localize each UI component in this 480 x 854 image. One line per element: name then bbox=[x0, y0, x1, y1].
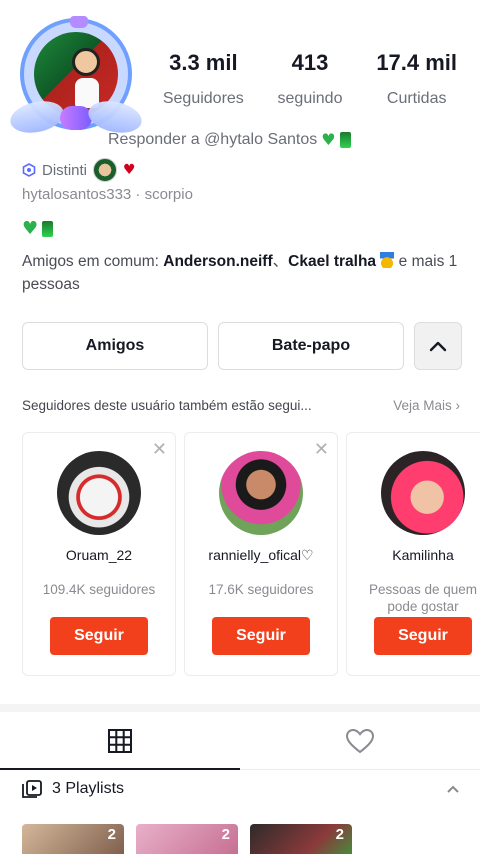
green-heart-icon: ♥ bbox=[22, 218, 39, 239]
friends-button[interactable]: Amigos bbox=[22, 322, 208, 370]
follow-button[interactable]: Seguir bbox=[374, 617, 472, 655]
suggestion-card[interactable]: ✕ Kamilinha Pessoas de quem pode gostar … bbox=[346, 432, 480, 676]
mutual-prefix: Amigos em comum: bbox=[22, 253, 164, 270]
playlist-thumb[interactable]: 2 bbox=[250, 824, 352, 854]
suggestions-header: Seguidores deste usuário também estão se… bbox=[22, 398, 460, 413]
suggestion-avatar[interactable] bbox=[57, 451, 141, 535]
green-heart-icon: ♥ bbox=[321, 130, 336, 149]
close-icon[interactable]: ✕ bbox=[314, 439, 329, 460]
collapse-suggestions-button[interactable] bbox=[414, 322, 462, 370]
suggestion-avatar[interactable] bbox=[381, 451, 465, 535]
commenter-avatar bbox=[93, 158, 118, 182]
can-icon bbox=[339, 131, 351, 148]
follow-button[interactable]: Seguir bbox=[50, 617, 148, 655]
playlist-count: 2 bbox=[221, 826, 230, 843]
distinction-row[interactable]: Distinti ♥ bbox=[22, 158, 136, 182]
playlist-thumb[interactable]: 2 bbox=[136, 824, 238, 854]
playlists-header[interactable]: 3 Playlists bbox=[22, 780, 460, 798]
profile-stats: 3.3 mil Seguidores 413 seguindo 17.4 mil… bbox=[150, 50, 470, 108]
section-divider bbox=[0, 704, 480, 712]
heart-outline-icon bbox=[345, 728, 375, 753]
hexagon-badge-icon bbox=[22, 163, 36, 177]
distinction-label: Distinti bbox=[42, 161, 88, 179]
crown-icon bbox=[70, 16, 88, 28]
playlists-label: 3 Playlists bbox=[52, 780, 125, 797]
grid-icon bbox=[108, 728, 132, 753]
stat-following[interactable]: 413 seguindo bbox=[257, 50, 364, 108]
zodiac: scorpio bbox=[144, 186, 193, 202]
suggestion-name[interactable]: rannielly_ofical♡ bbox=[185, 547, 337, 564]
reply-text: Responder a @hytalo Santos bbox=[108, 130, 318, 148]
chevron-up-icon bbox=[429, 341, 447, 352]
content-tabs bbox=[0, 712, 480, 770]
chevron-right-icon: › bbox=[455, 398, 461, 413]
stat-value: 17.4 mil bbox=[376, 50, 458, 75]
suggestion-name[interactable]: Oruam_22 bbox=[23, 547, 175, 563]
see-more-link[interactable]: Veja Mais › bbox=[393, 398, 460, 413]
suggestions-title: Seguidores deste usuário também estão se… bbox=[22, 398, 312, 413]
playlist-thumbnails: 2 2 2 bbox=[22, 824, 352, 854]
chevron-up-icon[interactable] bbox=[446, 784, 460, 794]
tab-videos[interactable] bbox=[0, 712, 240, 770]
chat-button[interactable]: Bate-papo bbox=[218, 322, 404, 370]
stat-followers[interactable]: 3.3 mil Seguidores bbox=[150, 50, 257, 108]
profile-avatar[interactable] bbox=[7, 14, 145, 140]
suggestion-avatar[interactable] bbox=[219, 451, 303, 535]
playlist-icon bbox=[22, 780, 42, 798]
suggestion-cards: ✕ Oruam_22 109.4K seguidores Seguir ✕ ra… bbox=[22, 432, 480, 676]
stat-label: seguindo bbox=[277, 90, 343, 107]
mutual-separator: 、 bbox=[272, 253, 289, 270]
mutual-friend-1[interactable]: Anderson.neiff bbox=[163, 253, 272, 270]
playlist-count: 2 bbox=[107, 826, 116, 843]
avatar-figure bbox=[72, 48, 102, 108]
mutual-friends[interactable]: Amigos em comum: Anderson.neiff、Ckael tr… bbox=[22, 250, 462, 296]
stat-value: 413 bbox=[291, 50, 329, 75]
tab-liked[interactable] bbox=[240, 712, 480, 769]
suggestion-name[interactable]: Kamilinha bbox=[347, 547, 480, 563]
can-icon bbox=[42, 220, 54, 237]
suggestion-card[interactable]: ✕ rannielly_ofical♡ 17.6K seguidores Seg… bbox=[184, 432, 338, 676]
stat-label: Seguidores bbox=[162, 90, 244, 107]
reply-comment-banner[interactable]: Responder a @hytalo Santos ♥ bbox=[108, 130, 351, 149]
mutual-friend-2[interactable]: Ckael tralha bbox=[288, 253, 376, 270]
username: hytalosantos333 bbox=[22, 186, 132, 202]
follow-button[interactable]: Seguir bbox=[212, 617, 310, 655]
stat-label: Curtidas bbox=[386, 90, 447, 107]
separator-dot: · bbox=[135, 186, 145, 202]
suggestion-subtitle: 109.4K seguidores bbox=[42, 582, 156, 597]
red-heart-icon: ♥ bbox=[123, 162, 136, 178]
suggestion-subtitle: 17.6K seguidores bbox=[208, 582, 314, 597]
playlist-thumb[interactable]: 2 bbox=[22, 824, 124, 854]
medal-icon bbox=[380, 252, 395, 268]
close-icon[interactable]: ✕ bbox=[152, 439, 167, 460]
username-row: hytalosantos333 · scorpio bbox=[22, 186, 193, 202]
suggestion-card[interactable]: ✕ Oruam_22 109.4K seguidores Seguir bbox=[22, 432, 176, 676]
stat-likes[interactable]: 17.4 mil Curtidas bbox=[363, 50, 470, 108]
playlist-count: 2 bbox=[335, 826, 344, 843]
stat-value: 3.3 mil bbox=[169, 50, 238, 75]
profile-actions: Amigos Bate-papo bbox=[22, 322, 462, 370]
see-more-label: Veja Mais bbox=[393, 398, 452, 413]
bio: ♥ bbox=[22, 218, 54, 239]
suggestion-subtitle: Pessoas de quem pode gostar bbox=[368, 582, 478, 614]
